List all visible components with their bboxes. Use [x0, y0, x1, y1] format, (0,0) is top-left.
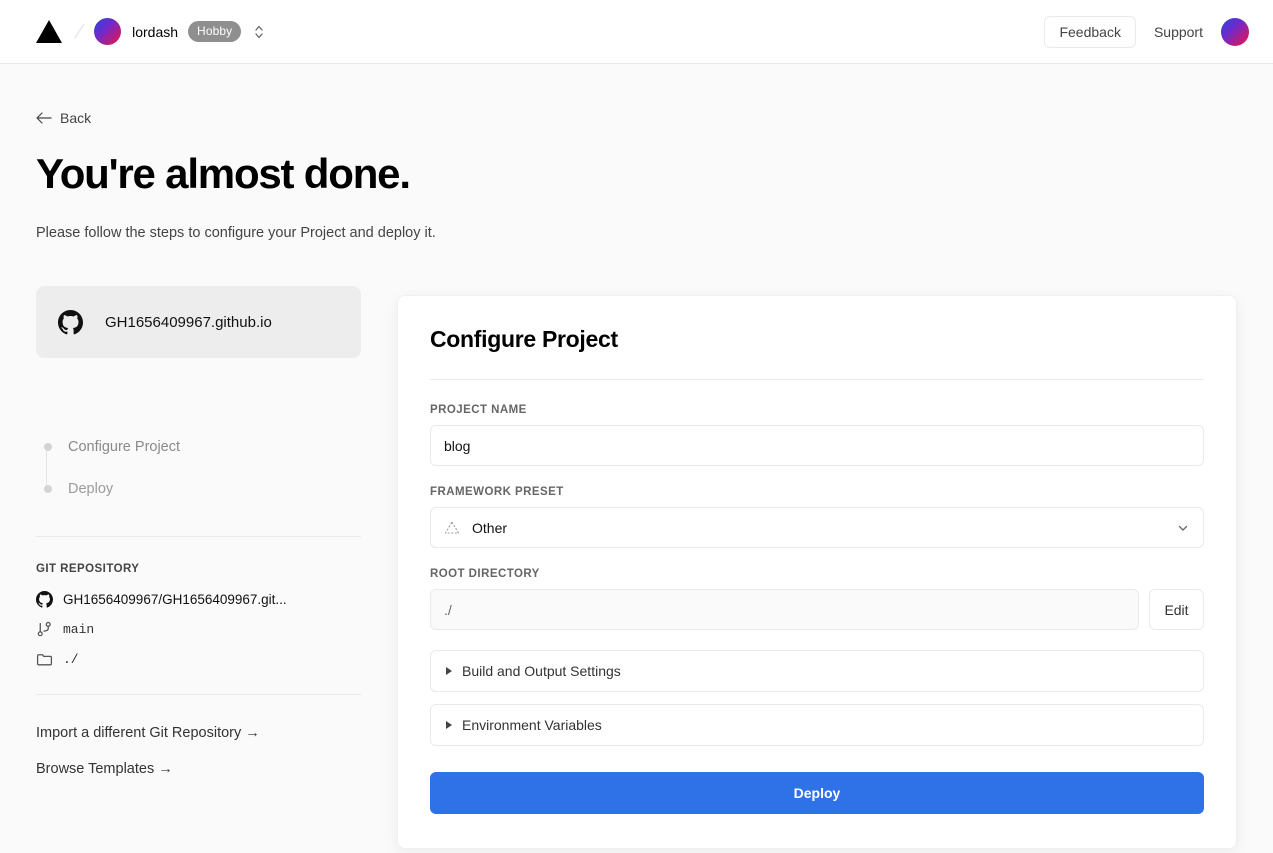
- plan-badge: Hobby: [188, 21, 242, 42]
- accordion-label: Build and Output Settings: [462, 663, 621, 680]
- sidebar-divider-bottom: [36, 694, 361, 696]
- browse-templates-link[interactable]: Browse Templates →: [36, 761, 361, 777]
- git-directory-path: ./: [63, 652, 79, 668]
- step-dot-icon: [44, 485, 52, 494]
- caret-right-icon: [446, 721, 452, 730]
- breadcrumb-separator: /: [72, 18, 86, 44]
- accordion-label: Environment Variables: [462, 717, 602, 734]
- deploy-button[interactable]: Deploy: [430, 772, 1204, 815]
- layout-columns: GH1656409967.github.io Configure Project…: [36, 286, 1237, 850]
- root-directory-row: Edit: [430, 589, 1204, 631]
- chevron-up-down-icon[interactable]: [241, 23, 265, 41]
- chevron-down-icon: [1178, 525, 1188, 531]
- selected-repository-card[interactable]: GH1656409967.github.io: [36, 286, 361, 359]
- build-output-settings-accordion[interactable]: Build and Output Settings: [430, 650, 1204, 693]
- git-repository-section: GIT REPOSITORY GH1656409967/GH1656409967…: [36, 563, 361, 668]
- caret-right-icon: [446, 667, 452, 676]
- back-label: Back: [60, 110, 92, 126]
- root-directory-input[interactable]: [430, 589, 1139, 631]
- step-dot-icon: [44, 443, 52, 452]
- git-branch-icon: [37, 622, 51, 637]
- avatar[interactable]: [1221, 17, 1249, 46]
- step-configure-project: Configure Project: [38, 426, 361, 468]
- sidebar-links: Import a different Git Repository → Brow…: [36, 725, 361, 777]
- environment-variables-accordion[interactable]: Environment Variables: [430, 704, 1204, 747]
- git-repository-heading: GIT REPOSITORY: [36, 563, 140, 576]
- project-name-field: PROJECT NAME: [430, 404, 1204, 467]
- header-right-group: Feedback Support: [1044, 15, 1249, 48]
- card-divider: [430, 379, 1204, 381]
- project-name-input[interactable]: [430, 425, 1204, 467]
- root-directory-label: ROOT DIRECTORY: [430, 568, 540, 581]
- root-directory-field: ROOT DIRECTORY Edit: [430, 568, 1204, 631]
- team-avatar: [94, 18, 122, 45]
- arrow-left-icon: [36, 112, 52, 124]
- framework-preset-select[interactable]: Other: [430, 507, 1204, 549]
- other-framework-triangle-icon: [444, 521, 460, 534]
- git-branch-name: main: [63, 622, 95, 638]
- card-title: Configure Project: [430, 326, 618, 353]
- feedback-button[interactable]: Feedback: [1044, 15, 1136, 48]
- git-repository-path: GH1656409967/GH1656409967.git...: [63, 592, 287, 608]
- repository-name: GH1656409967.github.io: [105, 313, 272, 331]
- folder-icon: [36, 654, 53, 666]
- support-link[interactable]: Support: [1154, 24, 1203, 40]
- edit-root-directory-button[interactable]: Edit: [1149, 589, 1204, 631]
- vercel-triangle-icon[interactable]: [36, 20, 62, 43]
- github-icon: [36, 591, 53, 608]
- sidebar: GH1656409967.github.io Configure Project…: [36, 286, 361, 797]
- sidebar-divider: [36, 536, 361, 538]
- step-deploy: Deploy: [38, 468, 361, 510]
- git-directory-row: ./: [36, 651, 361, 668]
- framework-preset-value: Other: [472, 519, 508, 536]
- project-name-label: PROJECT NAME: [430, 404, 527, 417]
- steps-list: Configure Project Deploy: [36, 426, 361, 510]
- page-title: You're almost done.: [36, 150, 411, 197]
- git-repository-row: GH1656409967/GH1656409967.git...: [36, 591, 361, 608]
- step-label: Configure Project: [68, 439, 181, 456]
- main-column: Configure Project PROJECT NAME FRAMEWORK…: [397, 286, 1237, 850]
- framework-preset-label: FRAMEWORK PRESET: [430, 486, 564, 499]
- top-header: / lordash Hobby Feedback Support: [0, 0, 1273, 64]
- header-left-group: / lordash Hobby: [36, 18, 265, 45]
- import-different-repository-link[interactable]: Import a different Git Repository →: [36, 725, 361, 741]
- page-content: Back You're almost done. Please follow t…: [0, 64, 1273, 850]
- back-link[interactable]: Back: [36, 110, 91, 126]
- git-branch-row: main: [36, 621, 361, 638]
- step-label: Deploy: [68, 481, 114, 498]
- page-subtitle: Please follow the steps to configure you…: [36, 225, 436, 242]
- configure-project-card: Configure Project PROJECT NAME FRAMEWORK…: [397, 295, 1237, 850]
- framework-preset-field: FRAMEWORK PRESET Other: [430, 486, 1204, 549]
- team-name: lordash: [132, 23, 179, 40]
- github-icon: [58, 309, 83, 335]
